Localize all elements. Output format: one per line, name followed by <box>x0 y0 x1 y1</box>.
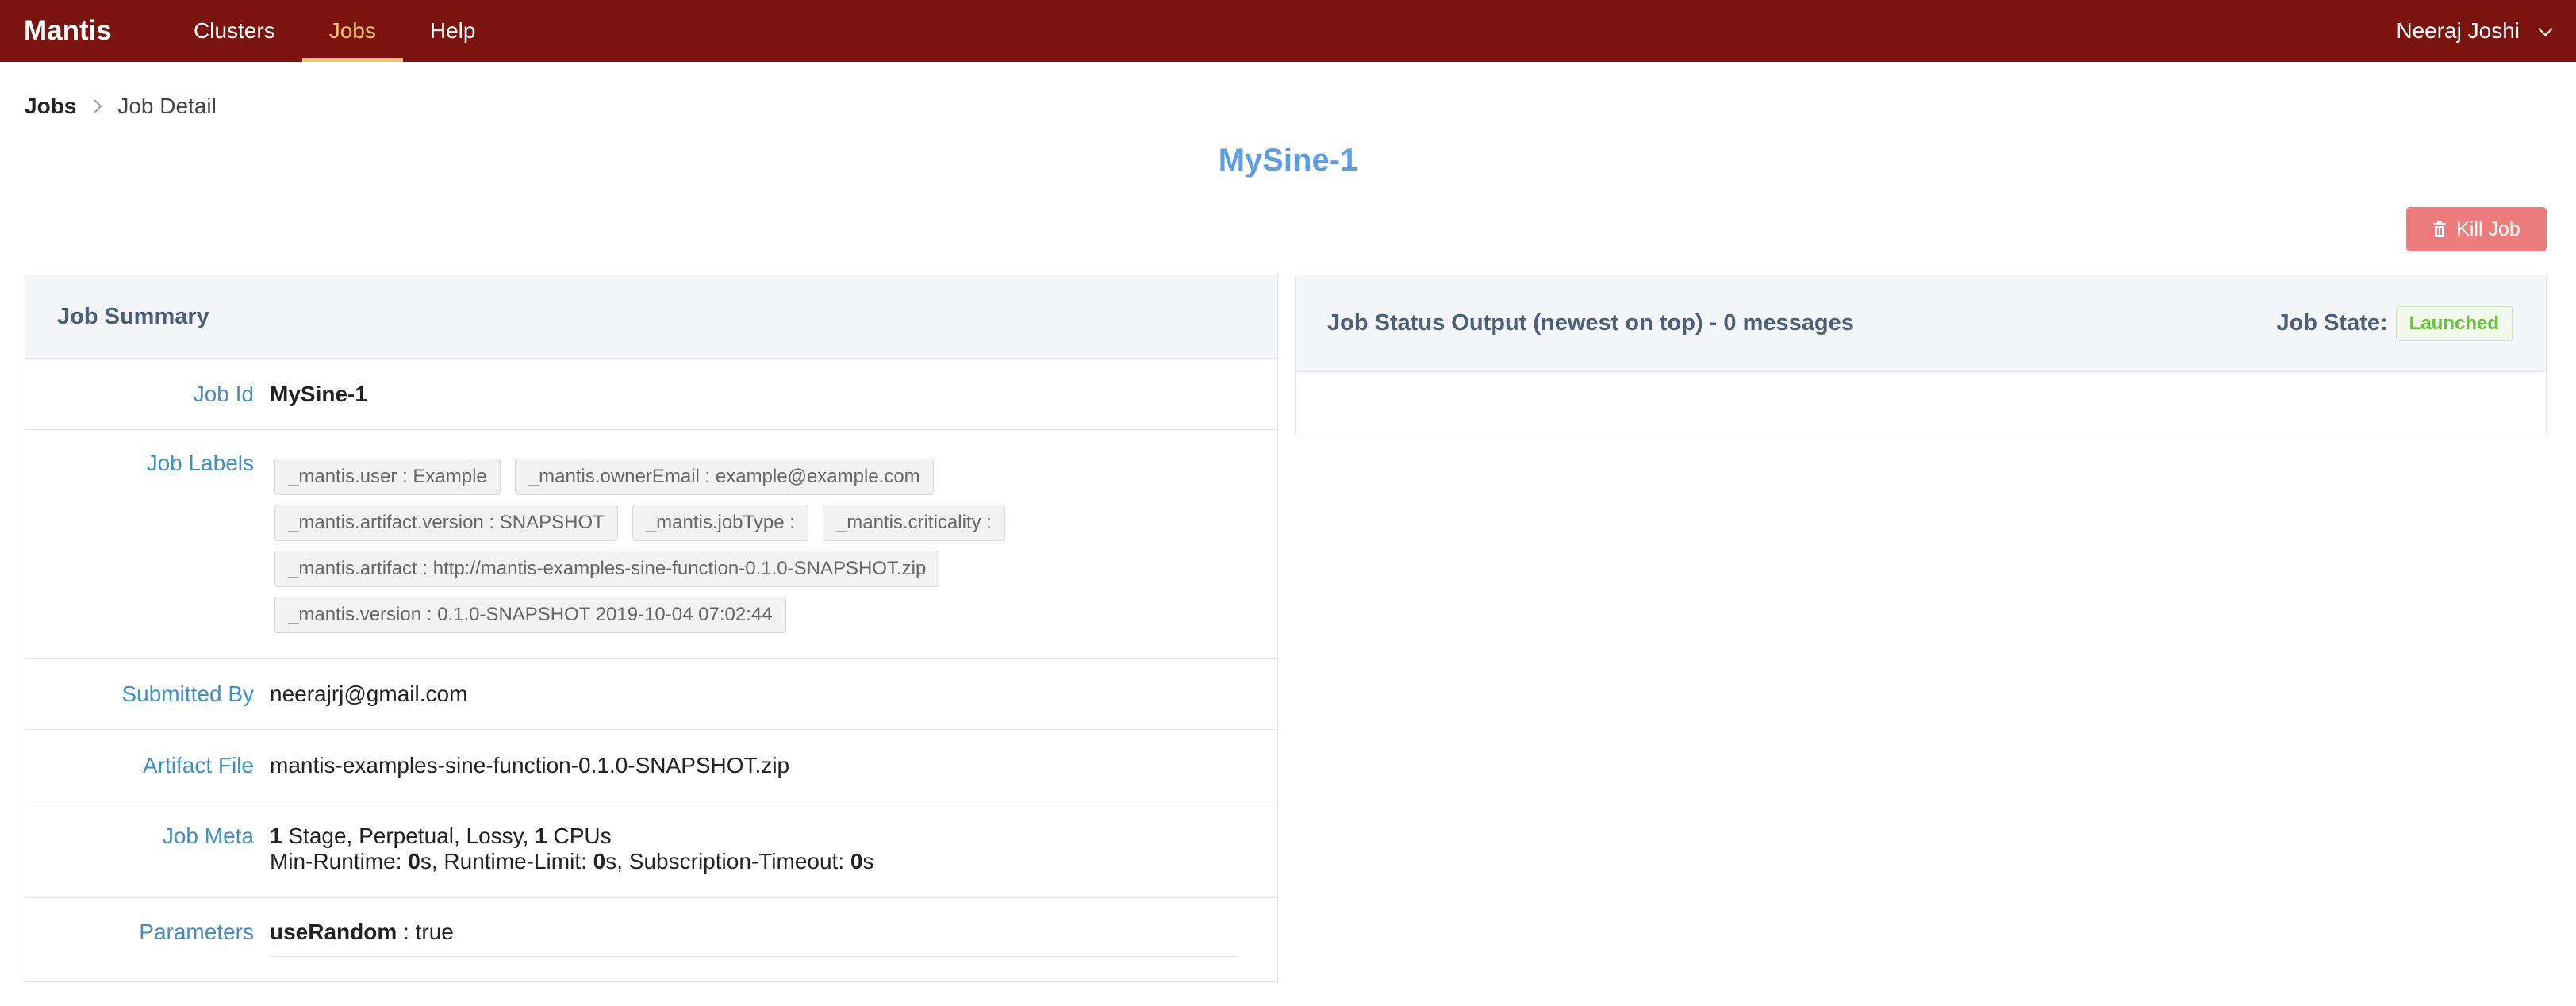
submitted-by-row: Submitted By neerajrj@gmail.com <box>25 659 1277 730</box>
stage-count: 1 <box>270 824 282 848</box>
breadcrumb-jobs[interactable]: Jobs <box>25 94 76 119</box>
job-summary-heading: Job Summary <box>25 275 1277 359</box>
job-label-tag: _mantis.ownerEmail : example@example.com <box>514 459 934 495</box>
job-label-tag: _mantis.artifact.version : SNAPSHOT <box>274 505 618 541</box>
submitted-by-label: Submitted By <box>121 681 254 706</box>
runtime-limit-value: 0 <box>593 849 606 874</box>
parameters-row: Parameters useRandom : true <box>25 898 1277 981</box>
nav-item-clusters[interactable]: Clusters <box>167 0 302 62</box>
stage-text: Stage, Perpetual, Lossy, <box>282 824 536 848</box>
page-title: MySine-1 <box>1218 143 1358 178</box>
job-meta-line-1: 1 Stage, Perpetual, Lossy, 1 CPUs <box>270 824 1253 849</box>
chevron-down-icon <box>2538 21 2553 36</box>
parameter-value: : true <box>397 920 454 944</box>
parameter-key: useRandom <box>270 920 397 944</box>
subscription-timeout-value: 0 <box>850 849 863 874</box>
user-name: Neeraj Joshi <box>2396 18 2520 43</box>
artifact-file-label: Artifact File <box>142 752 254 778</box>
job-status-panel: Job Status Output (newest on top) - 0 me… <box>1295 275 2547 436</box>
job-label-tag: _mantis.jobType : <box>632 505 808 541</box>
job-state: Job State: Launched <box>2276 305 2513 341</box>
job-state-label: Job State: <box>2276 310 2388 336</box>
min-runtime-value: 0 <box>408 849 420 874</box>
job-status-heading: Job Status Output (newest on top) - 0 me… <box>1327 310 1854 336</box>
job-summary-panel: Job Summary Job Id MySine-1 Job Labels _… <box>25 275 1278 982</box>
parameter-item: useRandom : true <box>270 920 1238 957</box>
runtime-limit-label: s, Runtime-Limit: <box>420 849 593 874</box>
job-label-tag: _mantis.artifact : http://mantis-example… <box>274 551 940 587</box>
chevron-right-icon <box>88 99 102 113</box>
artifact-file-value: mantis-examples-sine-function-0.1.0-SNAP… <box>270 752 790 778</box>
cpu-text: CPUs <box>547 824 612 848</box>
trash-icon <box>2433 221 2447 237</box>
job-status-header: Job Status Output (newest on top) - 0 me… <box>1296 275 2546 372</box>
nav-item-jobs[interactable]: Jobs <box>301 0 404 62</box>
job-id-row: Job Id MySine-1 <box>25 359 1277 430</box>
user-menu[interactable]: Neeraj Joshi <box>2396 0 2576 62</box>
job-label-tag: _mantis.criticality : <box>822 505 1005 541</box>
breadcrumb: Jobs Job Detail <box>25 94 217 119</box>
top-navbar: Mantis Clusters Jobs Help Neeraj Joshi <box>0 0 2576 62</box>
nav-item-help[interactable]: Help <box>403 0 503 62</box>
breadcrumb-current: Job Detail <box>117 94 217 118</box>
artifact-file-row: Artifact File mantis-examples-sine-funct… <box>25 730 1277 801</box>
kill-job-label: Kill Job <box>2456 217 2520 240</box>
brand-logo[interactable]: Mantis <box>0 0 167 62</box>
parameters-label: Parameters <box>139 920 254 944</box>
job-labels-label: Job Labels <box>146 451 254 475</box>
job-label-tag: _mantis.user : Example <box>274 459 501 495</box>
kill-job-button[interactable]: Kill Job <box>2406 207 2547 251</box>
job-id-value: MySine-1 <box>270 381 367 406</box>
cpu-count: 1 <box>535 824 547 848</box>
min-runtime-label: Min-Runtime: <box>270 849 409 874</box>
job-meta-value: 1 Stage, Perpetual, Lossy, 1 CPUs Min-Ru… <box>270 824 1277 874</box>
job-label-tag: _mantis.version : 0.1.0-SNAPSHOT 2019-10… <box>274 597 786 633</box>
subscription-timeout-label: s, Subscription-Timeout: <box>605 849 850 874</box>
job-id-label: Job Id <box>193 381 254 406</box>
job-meta-row: Job Meta 1 Stage, Perpetual, Lossy, 1 CP… <box>25 801 1277 898</box>
job-labels-row: Job Labels _mantis.user : Example _manti… <box>25 430 1277 659</box>
seconds-suffix: s <box>862 849 874 874</box>
status-badge: Launched <box>2395 305 2513 341</box>
job-meta-label: Job Meta <box>162 824 254 848</box>
job-labels-list: _mantis.user : Example _mantis.ownerEmai… <box>270 459 1063 643</box>
job-meta-line-2: Min-Runtime: 0s, Runtime-Limit: 0s, Subs… <box>270 849 1253 874</box>
submitted-by-value: neerajrj@gmail.com <box>270 681 468 706</box>
